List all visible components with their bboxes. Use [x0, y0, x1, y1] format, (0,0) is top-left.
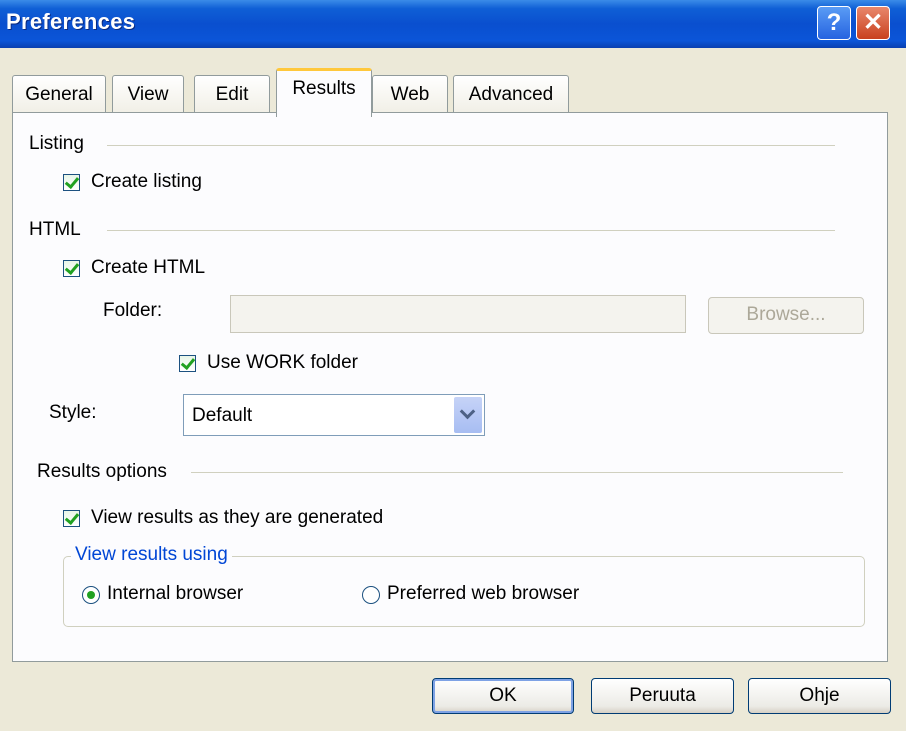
view-results-using-title: View results using	[71, 544, 232, 566]
ok-button[interactable]: OK	[432, 678, 574, 714]
results-options-separator	[191, 472, 843, 473]
listing-section-label: Listing	[29, 133, 84, 154]
tab-view[interactable]: View	[112, 75, 184, 113]
preferred-web-browser-radio[interactable]	[362, 586, 380, 604]
style-select[interactable]: Default	[183, 394, 485, 436]
view-results-checkbox[interactable]	[63, 510, 80, 527]
tab-results[interactable]: Results	[276, 68, 372, 117]
style-select-value: Default	[192, 405, 253, 426]
tab-edit[interactable]: Edit	[194, 75, 270, 113]
chevron-down-icon[interactable]	[454, 397, 482, 433]
listing-separator	[107, 145, 835, 146]
close-icon[interactable]: ✕	[856, 6, 890, 40]
internal-browser-radio[interactable]	[82, 586, 100, 604]
help-icon[interactable]: ?	[817, 6, 851, 40]
help-button[interactable]: Ohje	[748, 678, 891, 714]
create-listing-label[interactable]: Create listing	[91, 171, 202, 193]
internal-browser-label[interactable]: Internal browser	[107, 583, 243, 605]
create-html-label[interactable]: Create HTML	[91, 257, 205, 279]
cancel-button[interactable]: Peruuta	[591, 678, 734, 714]
use-work-folder-label[interactable]: Use WORK folder	[207, 352, 358, 374]
style-label: Style:	[49, 402, 97, 423]
folder-label: Folder:	[103, 300, 163, 321]
tab-general[interactable]: General	[12, 75, 106, 113]
use-work-folder-checkbox[interactable]	[179, 355, 196, 372]
tab-advanced[interactable]: Advanced	[453, 75, 569, 113]
html-section-label: HTML	[29, 219, 81, 240]
results-panel: Listing Create listing HTML Create HTML …	[12, 112, 888, 662]
create-listing-checkbox[interactable]	[63, 174, 80, 191]
preferences-dialog: General View Edit Results Web Advanced L…	[0, 48, 906, 731]
tab-web[interactable]: Web	[372, 75, 448, 113]
html-separator	[107, 230, 835, 231]
results-options-section-label: Results options	[37, 461, 167, 482]
title-bar: Preferences ? ✕	[0, 0, 906, 48]
preferred-web-browser-label[interactable]: Preferred web browser	[387, 583, 579, 605]
folder-input[interactable]	[230, 295, 686, 333]
view-results-label[interactable]: View results as they are generated	[91, 507, 383, 529]
create-html-checkbox[interactable]	[63, 260, 80, 277]
window-title: Preferences	[6, 9, 136, 34]
browse-button[interactable]: Browse...	[708, 297, 864, 334]
